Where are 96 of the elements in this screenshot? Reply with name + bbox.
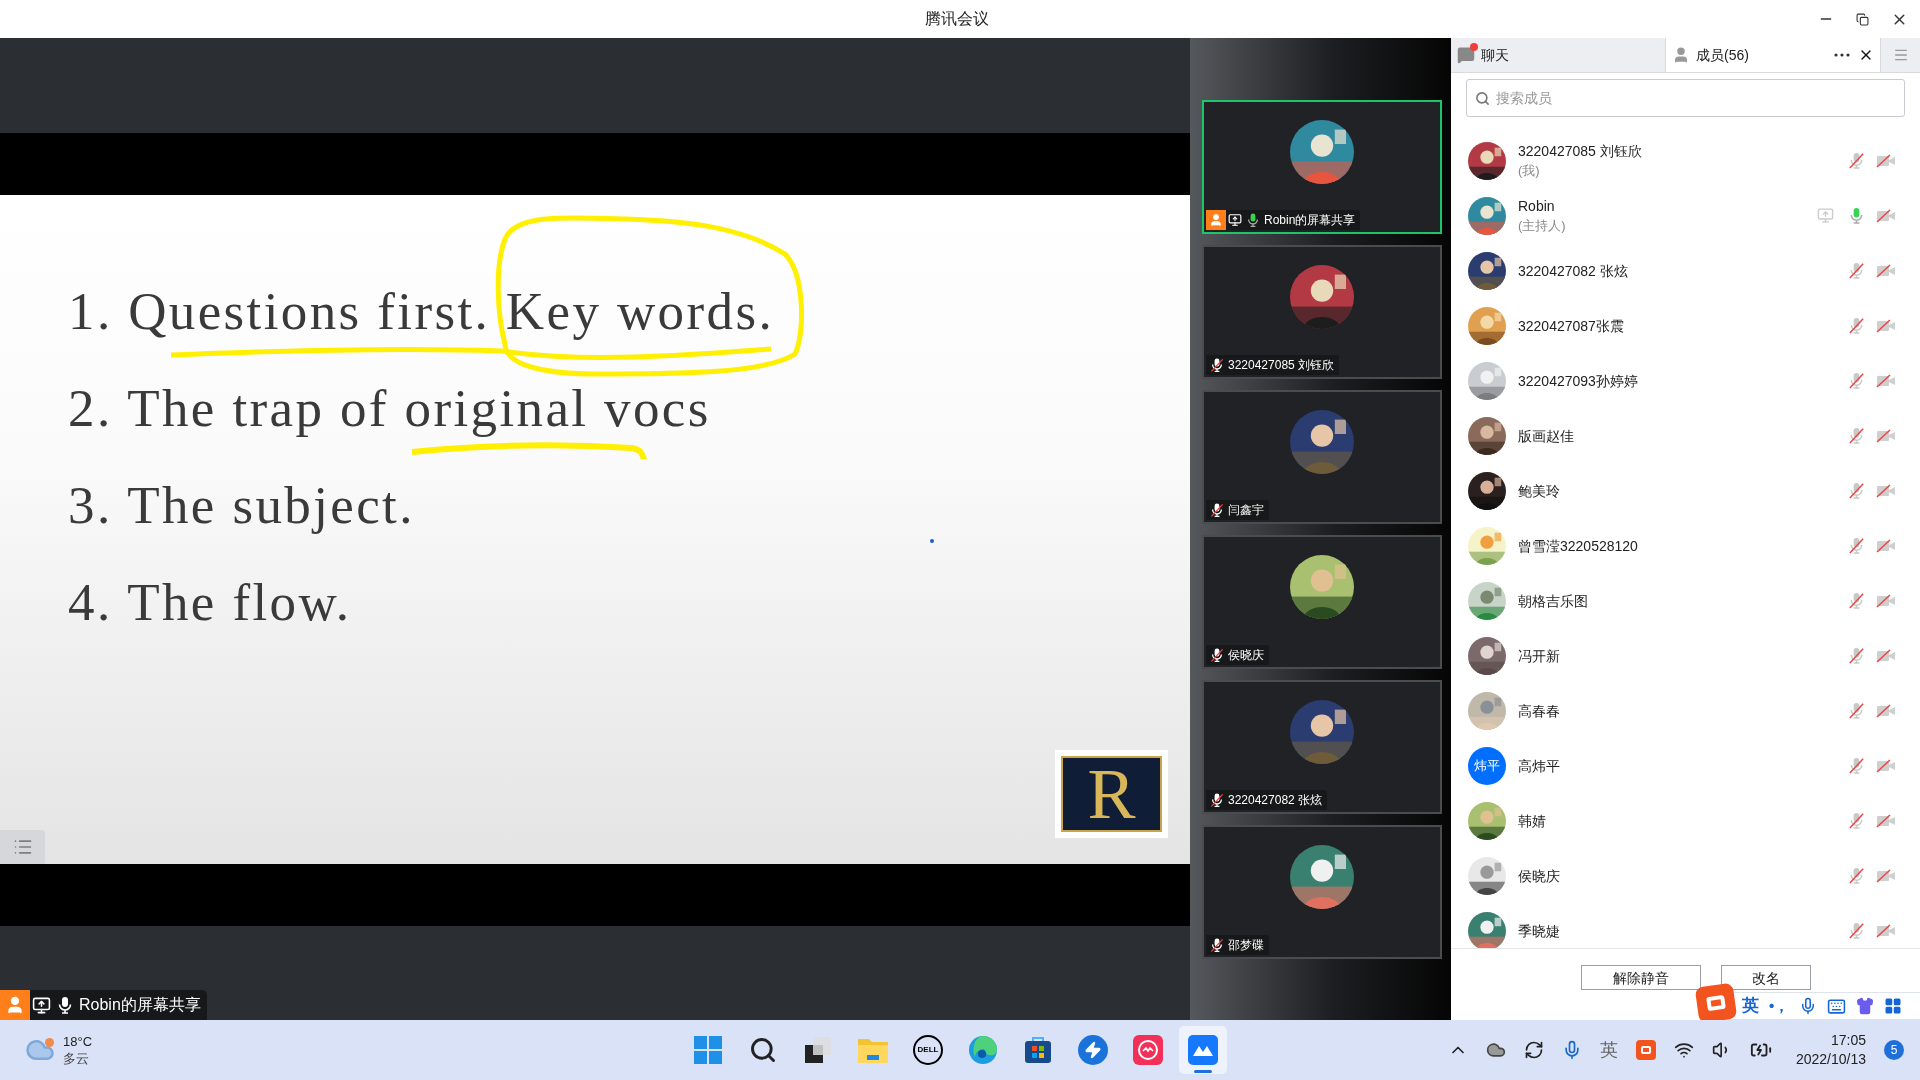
- list-icon: [12, 837, 33, 857]
- screen-share-icon: [32, 995, 51, 1015]
- search-icon: [1475, 90, 1490, 106]
- taskbar-app[interactable]: DELL: [904, 1026, 952, 1074]
- browser-icon[interactable]: [968, 1035, 998, 1065]
- ime-punctuation[interactable]: •，: [1769, 994, 1790, 1018]
- text-avatar: 炜平: [1468, 746, 1506, 785]
- chat-icon: [1457, 46, 1475, 64]
- bolt-app-icon[interactable]: [1078, 1035, 1108, 1065]
- tab-label: 聊天: [1481, 45, 1509, 65]
- member-row[interactable]: 韩婧: [1451, 793, 1920, 848]
- member-name: 朝格吉乐图: [1518, 591, 1588, 611]
- member-row[interactable]: 高春春: [1451, 683, 1920, 738]
- video-tile[interactable]: 邵梦碟: [1202, 825, 1442, 959]
- member-row[interactable]: 曾雪滢3220528120: [1451, 518, 1920, 573]
- participant-name: Robin的屏幕共享: [1264, 212, 1356, 229]
- video-tile[interactable]: 侯晓庆: [1202, 535, 1442, 669]
- tab-label: 成员(56): [1696, 45, 1749, 65]
- slide-text: 1. Questions first. Key words.: [68, 281, 775, 342]
- app-icon[interactable]: [1133, 1035, 1163, 1065]
- window-title: 腾讯会议: [925, 9, 989, 29]
- keyboard-icon[interactable]: [1827, 996, 1847, 1016]
- panel-tab[interactable]: 成员(56): [1666, 38, 1881, 72]
- slide-text: 2. The trap of original vocs: [68, 378, 711, 439]
- wifi-icon[interactable]: [1673, 1040, 1694, 1060]
- person-icon: [1672, 46, 1690, 64]
- dell-logo[interactable]: DELL: [913, 1035, 943, 1065]
- ime-mode[interactable]: 英: [1742, 993, 1759, 1019]
- slide-text: 3. The subject.: [68, 475, 415, 536]
- member-role: (我): [1518, 161, 1541, 180]
- member-name: 侯晓庆: [1518, 866, 1560, 886]
- member-row[interactable]: 炜平 高炜平: [1451, 738, 1920, 793]
- input-method-indicator[interactable]: 英: [1599, 1036, 1618, 1064]
- clock-time[interactable]: 17:05: [1830, 1031, 1866, 1050]
- member-name: 冯开新: [1518, 646, 1560, 666]
- menu-icon: [1892, 47, 1909, 63]
- cloud-icon[interactable]: [1485, 1040, 1506, 1060]
- sync-icon[interactable]: [1523, 1040, 1544, 1060]
- member-row[interactable]: 朝格吉乐图: [1451, 573, 1920, 628]
- meeting-app-icon[interactable]: [1188, 1035, 1218, 1065]
- member-row[interactable]: 鲍美玲: [1451, 463, 1920, 518]
- logo-letter: R: [1087, 758, 1136, 830]
- participant-name: 3220427085 刘钰欣: [1228, 357, 1335, 374]
- member-name: 鲍美玲: [1518, 481, 1560, 501]
- ime-logo-icon[interactable]: [1635, 1040, 1656, 1060]
- folder-icon[interactable]: [857, 1036, 889, 1064]
- store-icon[interactable]: [1023, 1035, 1053, 1065]
- search-icon[interactable]: [749, 1036, 777, 1064]
- slide-text: 4. The flow.: [68, 572, 352, 633]
- task-view-icon[interactable]: [803, 1035, 833, 1065]
- member-row[interactable]: 侯晓庆: [1451, 848, 1920, 903]
- member-name: 韩婧: [1518, 811, 1546, 831]
- sharer-name: Robin的屏幕共享: [79, 995, 201, 1015]
- notification-badge[interactable]: 5: [1884, 1040, 1904, 1060]
- member-name: 版画赵佳: [1518, 426, 1574, 446]
- member-name: 3220427082 张炫: [1518, 261, 1628, 281]
- grid-icon[interactable]: [1884, 997, 1903, 1015]
- screen-share-icon: [1228, 213, 1242, 227]
- member-row[interactable]: 3220427087张震: [1451, 298, 1920, 353]
- participant-name: 3220427082 张炫: [1228, 792, 1323, 809]
- rename-button[interactable]: 改名: [1721, 965, 1811, 990]
- member-row[interactable]: 3220427093孙婷婷: [1451, 353, 1920, 408]
- clock-date[interactable]: 2022/10/13: [1795, 1050, 1866, 1069]
- more-icon[interactable]: [1834, 53, 1850, 57]
- member-name: 3220427087张震: [1518, 316, 1624, 336]
- participant-name: 邵梦碟: [1228, 937, 1264, 954]
- participant-name: 侯晓庆: [1228, 647, 1264, 664]
- member-row[interactable]: 季晓婕: [1451, 903, 1920, 948]
- member-role: (主持人): [1518, 216, 1566, 235]
- search-input[interactable]: 搜索成员: [1496, 87, 1896, 109]
- video-tile[interactable]: 3220427082 张炫: [1202, 680, 1442, 814]
- participant-name: 闫鑫宇: [1228, 502, 1264, 519]
- member-name: 3220427093孙婷婷: [1518, 371, 1638, 391]
- member-name: 高春春: [1518, 701, 1560, 721]
- member-name: 高炜平: [1518, 756, 1560, 776]
- windows-start-icon[interactable]: [693, 1035, 723, 1065]
- restore-icon[interactable]: [1856, 12, 1869, 26]
- member-row[interactable]: Robin (主持人): [1451, 188, 1920, 243]
- member-row[interactable]: 版画赵佳: [1451, 408, 1920, 463]
- search-field[interactable]: 搜索成员: [1466, 79, 1905, 117]
- member-name: 曾雪滢3220528120: [1518, 536, 1638, 556]
- person-icon: [1206, 210, 1226, 230]
- member-row[interactable]: 3220427085 刘钰欣 (我): [1451, 133, 1920, 188]
- member-row[interactable]: 3220427082 张炫: [1451, 243, 1920, 298]
- weather-temperature: 18°C: [63, 1033, 93, 1050]
- person-icon: [0, 990, 30, 1020]
- member-name: Robin: [1518, 196, 1556, 216]
- unmute-button[interactable]: 解除静音: [1581, 965, 1701, 990]
- video-tile[interactable]: 3220427085 刘钰欣: [1202, 245, 1442, 379]
- member-name: 季晓婕: [1518, 921, 1560, 941]
- shirt-icon[interactable]: [1856, 997, 1875, 1015]
- video-tile[interactable]: Robin的屏幕共享: [1202, 100, 1442, 234]
- weather-condition: 多云: [63, 1050, 90, 1067]
- video-tile[interactable]: 闫鑫宇: [1202, 390, 1442, 524]
- member-name: 3220427085 刘钰欣: [1518, 141, 1642, 161]
- member-row[interactable]: 冯开新: [1451, 628, 1920, 683]
